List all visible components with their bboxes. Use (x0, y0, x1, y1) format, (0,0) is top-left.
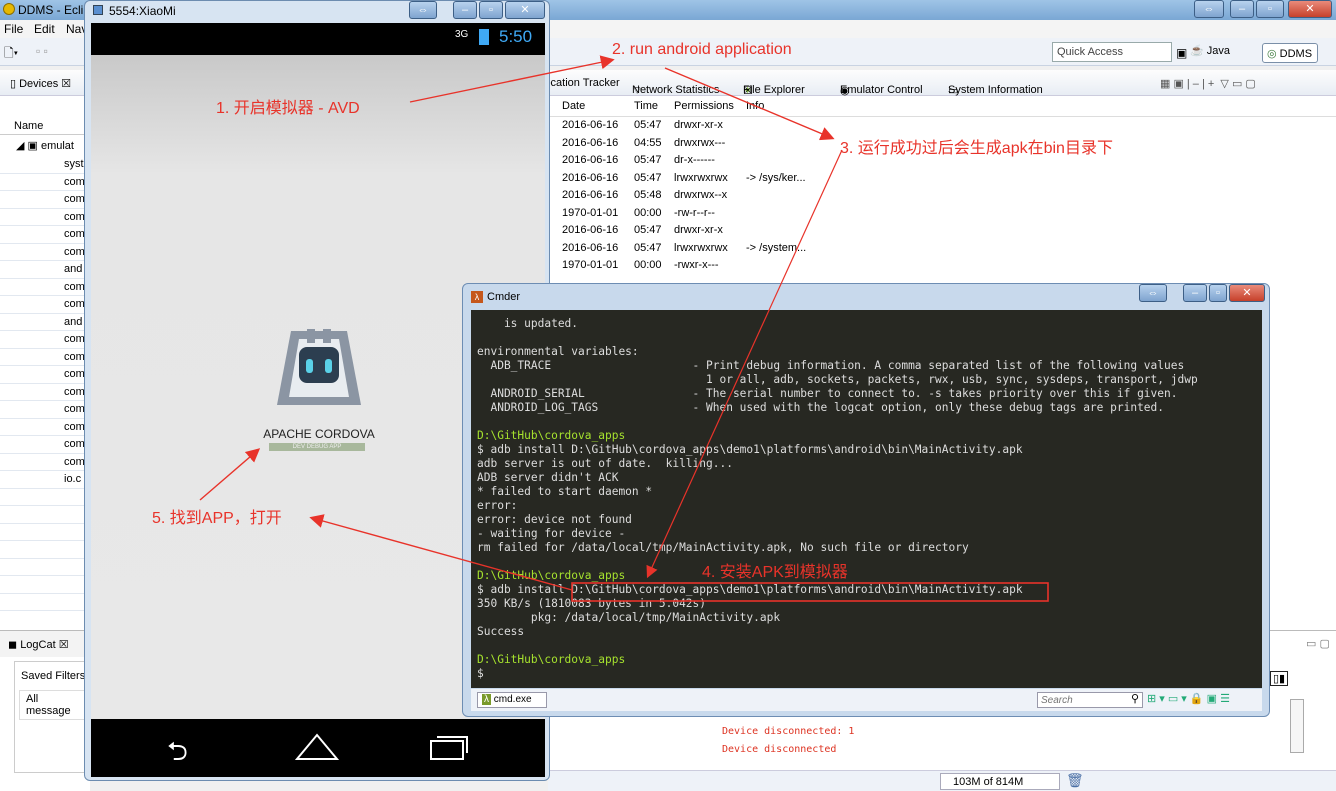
annotation-step1: 1. 开启模拟器 - AVD (216, 100, 360, 117)
annotation-step5: 5. 找到APP，打开 (152, 510, 282, 527)
arrow-step4 (309, 514, 573, 591)
annotation-step4: 4. 安装APK到模拟器 (702, 564, 848, 581)
highlight-box (571, 582, 1049, 602)
annotation-arrows (199, 55, 1049, 602)
annotation-step3: 3. 运行成功过后会生成apk在bin目录下 (840, 140, 1113, 157)
arrow-step5-up (199, 448, 261, 501)
annotation-step2: 2. run android application (612, 41, 792, 58)
arrow-step1 (409, 55, 615, 103)
arrow-step3 (646, 149, 843, 579)
arrow-step2 (664, 67, 835, 141)
